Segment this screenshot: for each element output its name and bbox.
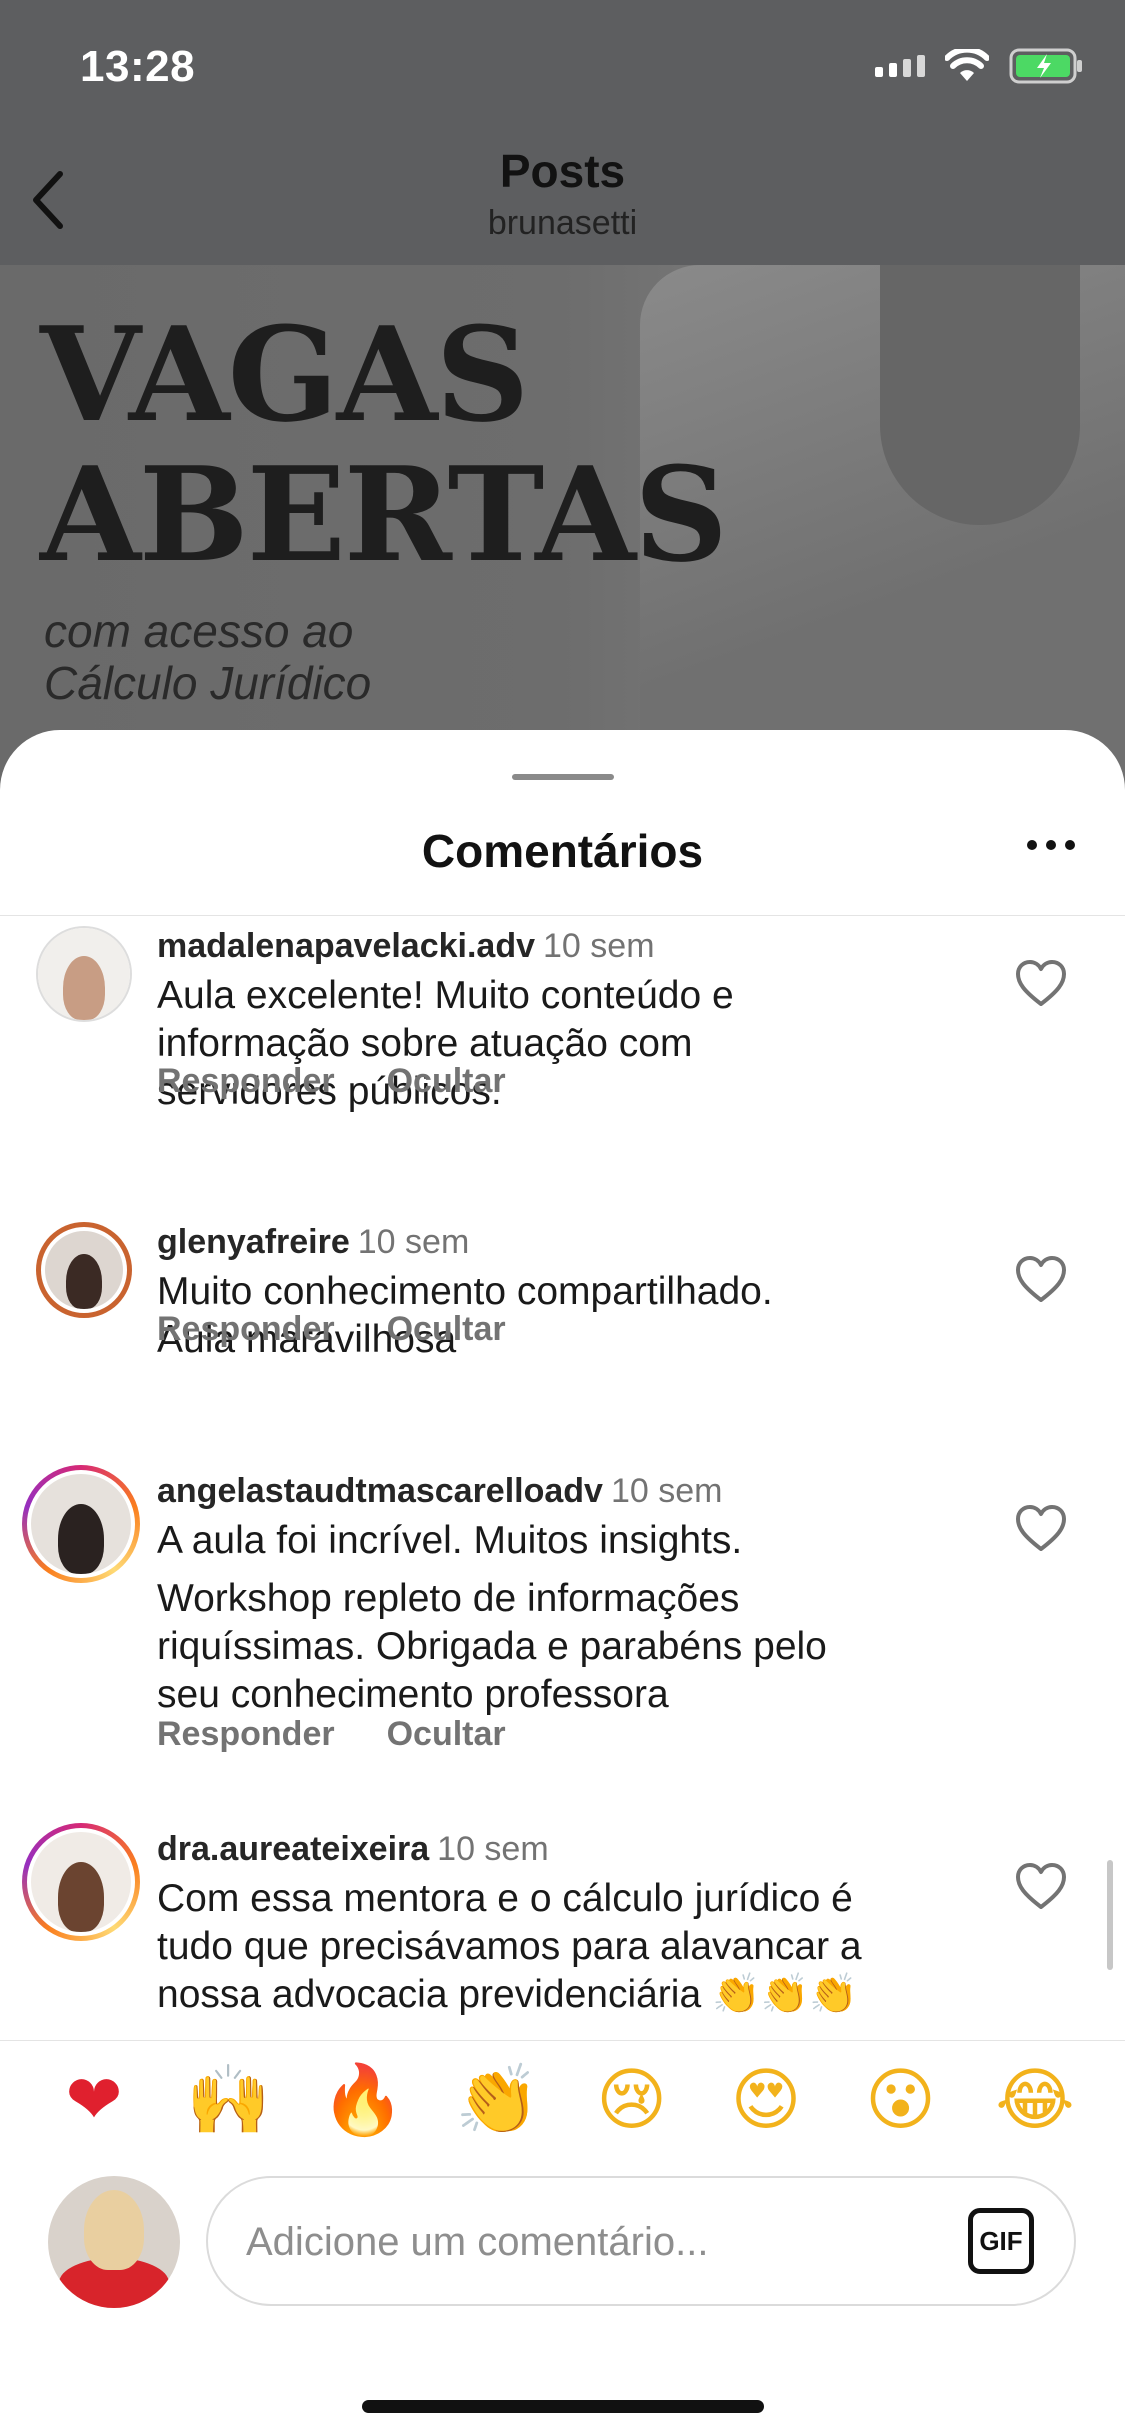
comment-time: 10 sem bbox=[610, 1472, 723, 1510]
hide-button[interactable]: Ocultar bbox=[387, 1062, 506, 1101]
comment-line: Muito conhecimento compartilhado. bbox=[157, 1270, 773, 1313]
reply-button[interactable]: Responder bbox=[157, 1715, 335, 1754]
reaction-fire-icon[interactable]: 🔥 bbox=[321, 2061, 406, 2141]
comment-line: Com essa mentora e o cálculo jurídico é bbox=[157, 1877, 853, 1920]
reaction-heart-icon[interactable]: ❤ bbox=[52, 2061, 136, 2141]
post-header: Posts brunasetti bbox=[0, 140, 1125, 265]
comment-username[interactable]: glenyafreire bbox=[157, 1223, 350, 1261]
comment-text: A aula foi incrível. Muitos insights. Wo… bbox=[157, 1517, 967, 1719]
comment-header: madalenapavelacki.adv 10 sem bbox=[157, 926, 655, 966]
comment-line: tudo que precisávamos para alavancar a bbox=[157, 1925, 862, 1968]
post-headline-line: ABERTAS bbox=[40, 438, 728, 591]
more-options-button[interactable] bbox=[1027, 840, 1075, 850]
like-heart-icon[interactable] bbox=[1014, 958, 1068, 1008]
reply-button[interactable]: Responder bbox=[157, 1062, 335, 1101]
reaction-raising-hands-icon[interactable]: 🙌 bbox=[186, 2061, 271, 2141]
comment-line: seu conhecimento professora bbox=[157, 1673, 669, 1716]
scroll-indicator[interactable] bbox=[1107, 1860, 1113, 1970]
comment-time: 10 sem bbox=[543, 927, 655, 965]
comment-username[interactable]: angelastaudtmascarelloadv bbox=[157, 1472, 603, 1510]
comment-username[interactable]: madalenapavelacki.adv bbox=[157, 927, 535, 965]
comment-actions: Responder Ocultar bbox=[157, 1310, 506, 1349]
current-user-avatar[interactable] bbox=[48, 2176, 180, 2308]
cellular-signal-icon bbox=[875, 55, 925, 77]
wifi-icon bbox=[945, 49, 989, 81]
comments-list[interactable]: madalenapavelacki.adv 10 sem Aula excelen… bbox=[0, 916, 1125, 2040]
comment-header: dra.aureateixeira 10 sem bbox=[157, 1829, 549, 1869]
avatar-face bbox=[58, 1504, 104, 1574]
comment-header: glenyafreire 10 sem bbox=[157, 1222, 469, 1262]
page-subtitle-username[interactable]: brunasetti bbox=[0, 204, 1125, 243]
hide-button[interactable]: Ocultar bbox=[387, 1310, 506, 1349]
avatar[interactable] bbox=[22, 1823, 140, 1941]
like-heart-icon[interactable] bbox=[1014, 1254, 1068, 1304]
comments-sheet: Comentários madalenapavelacki.adv 10 sem … bbox=[0, 730, 1125, 2436]
comment-line: Aula excelente! Muito conteúdo e bbox=[157, 974, 734, 1017]
avatar[interactable] bbox=[36, 1222, 132, 1318]
comment-line: informação sobre atuação com bbox=[157, 1022, 693, 1065]
comment-line: Workshop repleto de informações bbox=[157, 1577, 740, 1620]
sheet-title: Comentários bbox=[421, 825, 704, 877]
comment-line: nossa advocacia previdenciária 👏👏👏 bbox=[157, 1973, 858, 2016]
more-dot bbox=[1027, 840, 1037, 850]
comment-input[interactable]: Adicione um comentário... GIF bbox=[206, 2176, 1076, 2306]
reaction-crying-icon[interactable]: 😢 bbox=[590, 2061, 674, 2141]
avatar-hair bbox=[84, 2190, 144, 2270]
reply-button[interactable]: Responder bbox=[157, 1310, 335, 1349]
comment-actions: Responder Ocultar bbox=[157, 1062, 506, 1101]
comment-header: angelastaudtmascarelloadv 10 sem bbox=[157, 1471, 722, 1511]
more-dot bbox=[1065, 840, 1075, 850]
post-image-neck bbox=[880, 265, 1080, 525]
comment-input-placeholder: Adicione um comentário... bbox=[246, 2220, 709, 2264]
post-headline-line: VAGAS bbox=[40, 298, 529, 451]
page-title: Posts bbox=[499, 145, 626, 197]
like-heart-icon[interactable] bbox=[1014, 1861, 1068, 1911]
home-indicator[interactable] bbox=[362, 2400, 764, 2413]
post-image: VAGAS ABERTAS com acesso ao Cálculo Jurí… bbox=[0, 265, 1125, 805]
quick-reactions-bar: ❤ 🙌 🔥 👏 😢 😍 😮 😂 bbox=[0, 2040, 1125, 2160]
post-subheadline: com acesso ao Cálculo Jurídico bbox=[44, 605, 371, 709]
hide-button[interactable]: Ocultar bbox=[387, 1715, 506, 1754]
avatar[interactable] bbox=[36, 926, 132, 1022]
status-icons bbox=[875, 48, 1085, 84]
comment-actions: Responder Ocultar bbox=[157, 1715, 506, 1754]
gif-button[interactable]: GIF bbox=[968, 2208, 1034, 2274]
avatar-face bbox=[58, 1862, 104, 1932]
comment-line: riquíssimas. Obrigada e parabéns pelo bbox=[157, 1625, 827, 1668]
more-dot bbox=[1046, 840, 1056, 850]
status-time: 13:28 bbox=[80, 42, 196, 91]
reaction-heart-eyes-icon[interactable]: 😍 bbox=[724, 2061, 808, 2141]
avatar-face bbox=[62, 955, 106, 1020]
comment-composer: Adicione um comentário... GIF bbox=[0, 2162, 1125, 2332]
post-subheadline-line: Cálculo Jurídico bbox=[44, 657, 372, 709]
comment-text: Com essa mentora e o cálculo jurídico é … bbox=[157, 1875, 967, 2019]
reaction-surprised-icon[interactable]: 😮 bbox=[859, 2061, 943, 2141]
comment-line: A aula foi incrível. Muitos insights. bbox=[157, 1519, 743, 1562]
sheet-grabber-handle[interactable] bbox=[512, 774, 614, 780]
like-heart-icon[interactable] bbox=[1014, 1503, 1068, 1553]
comment-time: 10 sem bbox=[357, 1223, 470, 1261]
avatar-face bbox=[66, 1254, 102, 1309]
reaction-clapping-icon[interactable]: 👏 bbox=[455, 2061, 540, 2141]
reaction-laughing-icon[interactable]: 😂 bbox=[993, 2061, 1077, 2141]
post-subheadline-line: com acesso ao bbox=[44, 605, 354, 657]
battery-charging-icon bbox=[1009, 48, 1082, 84]
status-bar: 13:28 bbox=[0, 0, 1125, 140]
post-headline: VAGAS ABERTAS bbox=[40, 298, 728, 591]
comment-time: 10 sem bbox=[437, 1830, 549, 1868]
avatar[interactable] bbox=[22, 1465, 140, 1583]
comment-username[interactable]: dra.aureateixeira bbox=[157, 1830, 429, 1868]
